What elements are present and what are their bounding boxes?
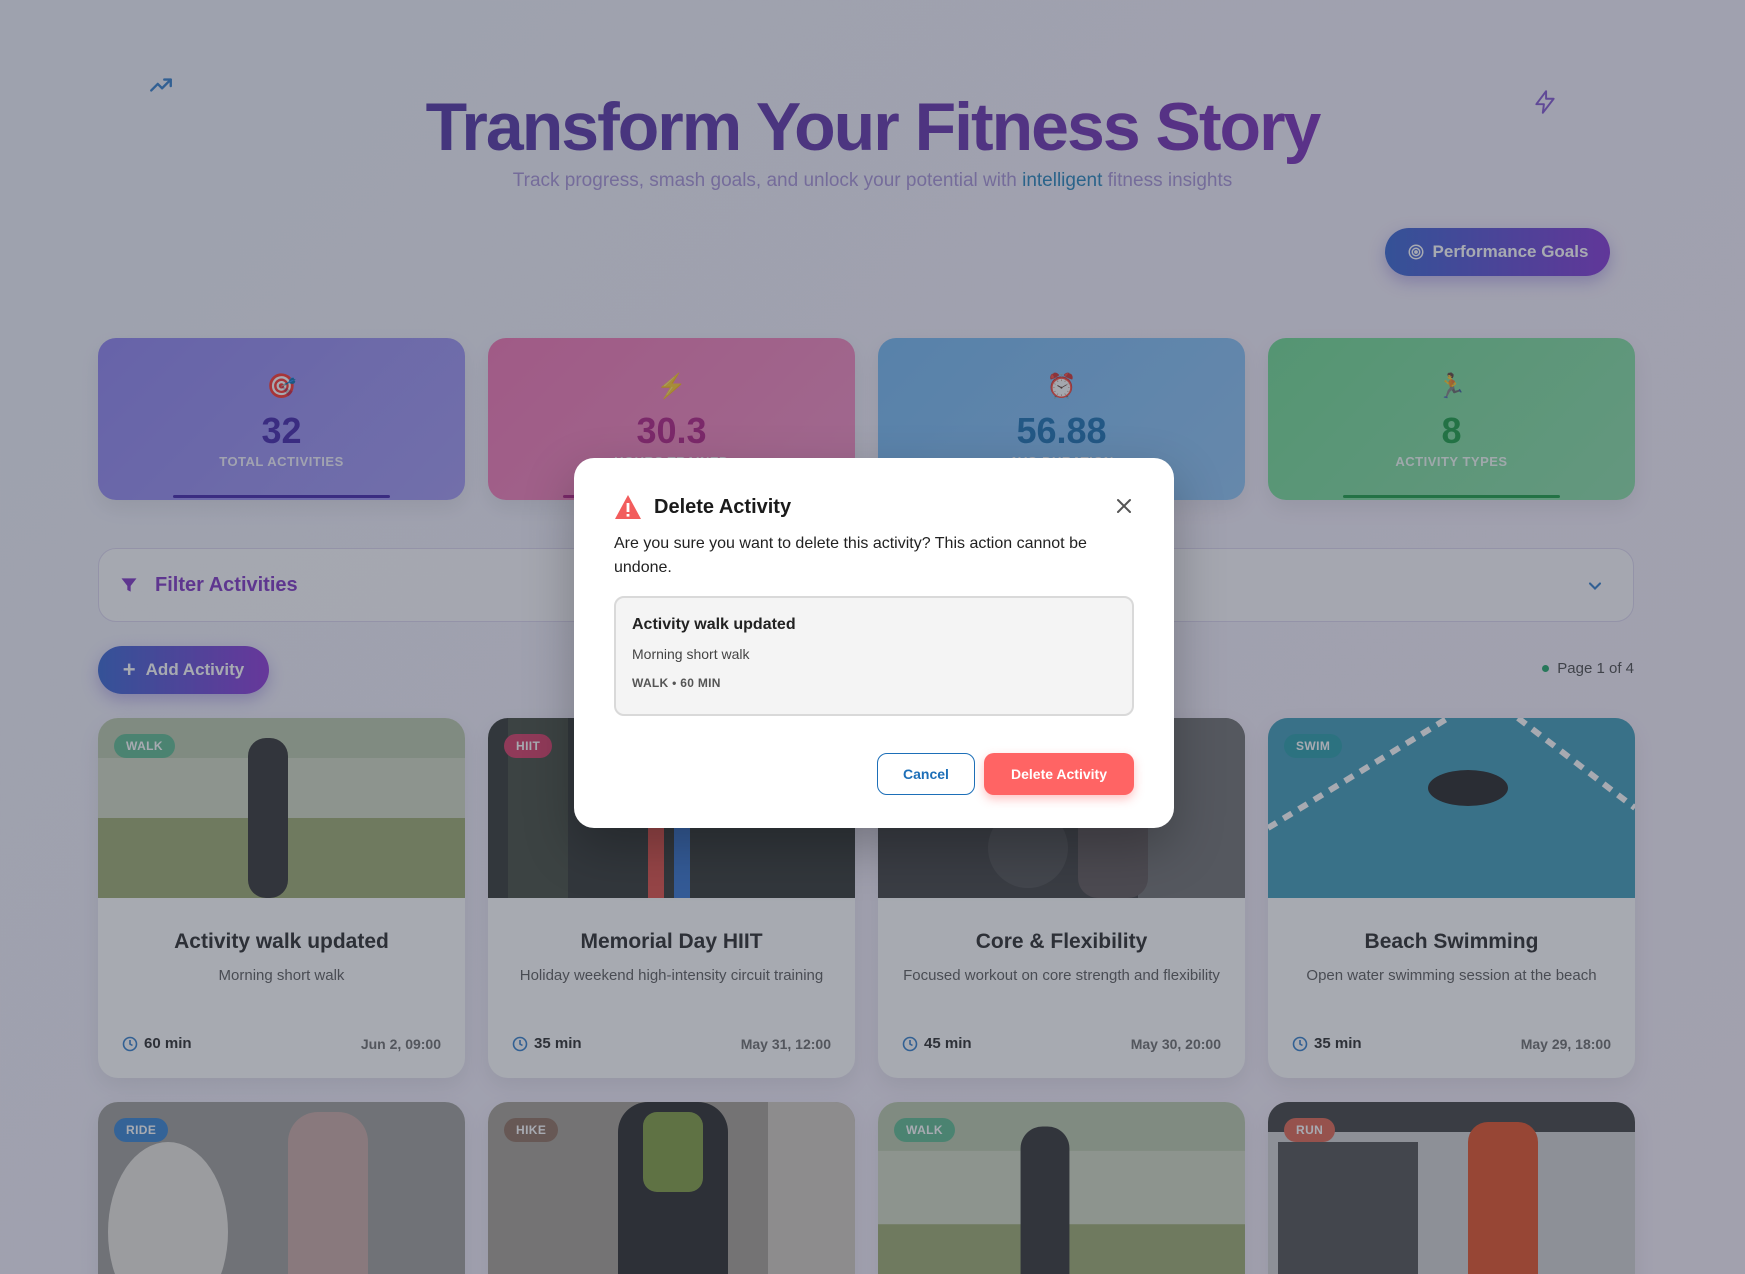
page: Transform Your Fitness Story Track progr… (0, 0, 1745, 1274)
preview-title: Activity walk updated (632, 616, 796, 633)
dialog-message: Are you sure you want to delete this act… (614, 535, 1087, 576)
preview-description: Morning short walk (632, 646, 750, 662)
warning-icon (614, 494, 642, 520)
preview-meta: WALK • 60 MIN (632, 676, 721, 690)
dialog-header: Delete Activity (614, 494, 791, 520)
activity-preview: Activity walk updated Morning short walk… (614, 596, 1134, 716)
dialog-title: Delete Activity (654, 495, 792, 518)
delete-activity-button[interactable]: Delete Activity (984, 753, 1134, 795)
delete-dialog: Delete Activity Are you sure you want to… (574, 458, 1174, 828)
close-icon[interactable] (1114, 496, 1134, 516)
cancel-button[interactable]: Cancel (877, 753, 975, 795)
